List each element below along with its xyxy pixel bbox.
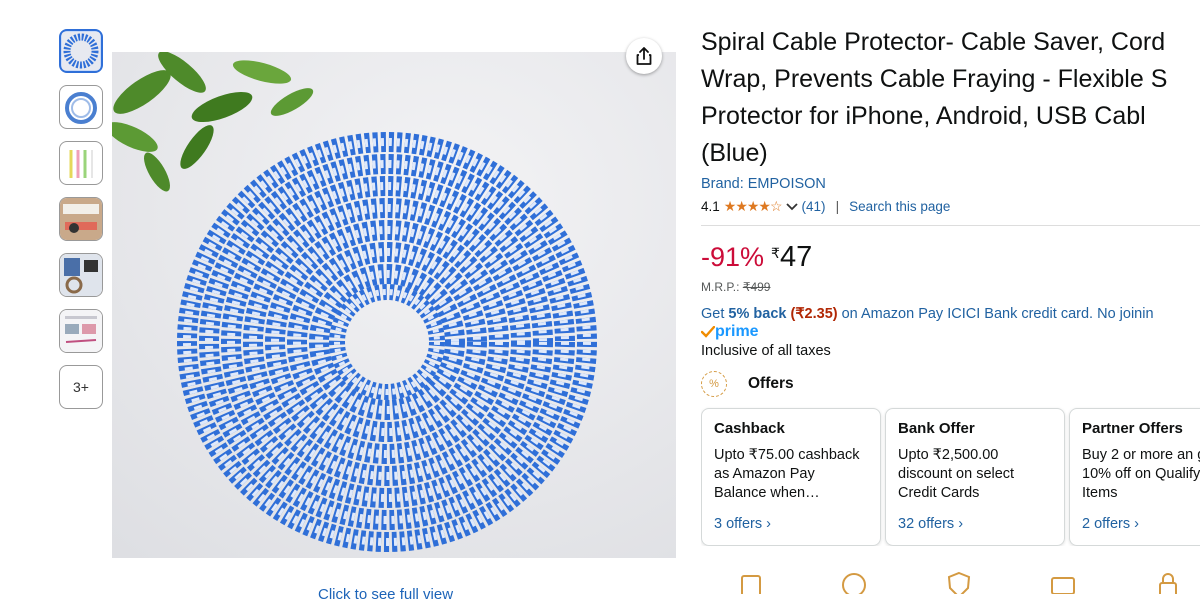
offer-card-bank[interactable]: Bank Offer Upto ₹2,500.00 discount on se… — [885, 408, 1065, 546]
coiled-cable-protector-image — [112, 52, 676, 558]
offer-card-link[interactable]: 3 offers › — [714, 516, 868, 532]
replacement-icon — [741, 575, 761, 594]
cashback-percent: 5% back — [728, 306, 787, 322]
offer-card-title: Bank Offer — [898, 420, 975, 437]
offer-card-text: Upto ₹2,500.00 discount on select Credit… — [898, 447, 1015, 501]
warranty-shield-icon — [947, 571, 971, 594]
thumb-accessories[interactable] — [59, 253, 103, 297]
offer-card-title: Partner Offers — [1082, 420, 1183, 437]
offer-card-text: Upto ₹75.00 cashback as Amazon Pay Balan… — [714, 447, 860, 501]
thumb-ring-view[interactable] — [59, 85, 103, 129]
brand-link[interactable]: Brand: EMPOISON — [701, 176, 1200, 192]
offers-percent-icon: % — [701, 371, 727, 397]
cashback-amount: (₹2.35) — [790, 306, 838, 322]
product-title: Spiral Cable Protector- Cable Saver, Cor… — [701, 24, 1200, 172]
search-this-page-link[interactable]: Search this page — [849, 199, 950, 214]
offer-card-link[interactable]: 2 offers › — [1082, 516, 1200, 532]
more-images-label: 3+ — [73, 379, 89, 395]
free-delivery-icon — [842, 573, 866, 594]
chevron-down-icon[interactable] — [785, 202, 798, 212]
click-to-see-full-view[interactable]: Click to see full view — [318, 586, 453, 603]
main-product-image[interactable] — [112, 52, 676, 558]
price-row: -91% ₹ 47 — [701, 241, 1200, 273]
discount-percent: -91% — [701, 242, 765, 272]
prime-label: prime — [715, 323, 759, 340]
mrp-label: M.R.P.: — [701, 280, 740, 294]
service-icons-row — [701, 570, 1200, 594]
title-line: Protector for iPhone, Android, USB Cabl — [701, 102, 1146, 130]
offer-card-cashback[interactable]: Cashback Upto ₹75.00 cashback as Amazon … — [701, 408, 881, 546]
rating-row: 4.1 ★★★★☆ (41) | Search this page — [701, 198, 1200, 215]
thumb-cables[interactable] — [59, 141, 103, 185]
desk-thumbnail-icon — [60, 198, 102, 240]
title-line: Wrap, Prevents Cable Fraying - Flexible … — [701, 65, 1168, 93]
cables-thumbnail-icon — [69, 150, 94, 178]
tax-note: Inclusive of all taxes — [701, 343, 831, 359]
rating-value: 4.1 — [701, 199, 720, 214]
thumb-desk-setup[interactable] — [59, 197, 103, 241]
offer-card-partner[interactable]: Partner Offers Buy 2 or more an get 10% … — [1069, 408, 1200, 546]
thumbnail-strip: 3+ — [59, 29, 105, 421]
infographic-thumbnail-icon — [60, 310, 102, 352]
mrp-value: ₹499 — [742, 280, 771, 294]
amazon-delivered-icon — [1051, 577, 1075, 594]
offers-title: Offers — [748, 375, 794, 392]
offers-cards: Cashback Upto ₹75.00 cashback as Amazon … — [701, 408, 1200, 546]
coil-thumbnail-icon — [62, 32, 100, 70]
cashback-suffix: on Amazon Pay ICICI Bank credit card. No… — [837, 306, 1154, 322]
rating-count-link[interactable]: (41) — [802, 199, 826, 214]
offer-card-title: Cashback — [714, 420, 785, 437]
secure-transaction-icon — [1159, 573, 1177, 594]
mrp-row: M.R.P.: ₹499 — [701, 280, 1200, 294]
cashback-offer-link[interactable]: Get 5% back (₹2.35) on Amazon Pay ICICI … — [701, 306, 1200, 322]
currency-symbol: ₹ — [771, 245, 780, 261]
more-images-button[interactable]: 3+ — [59, 365, 103, 409]
share-button[interactable] — [626, 38, 662, 74]
prime-check-icon — [701, 326, 715, 338]
cashback-prefix: Get — [701, 306, 729, 322]
thumb-coiled-protector[interactable] — [59, 29, 103, 73]
divider-line — [701, 225, 1200, 226]
ring-thumbnail-icon — [65, 92, 97, 124]
thumb-infographic[interactable] — [59, 309, 103, 353]
star-rating-icon[interactable]: ★★★★☆ — [724, 198, 783, 215]
offer-card-text: Buy 2 or more an get 10% off on Qualifyi… — [1082, 447, 1200, 501]
offer-card-link[interactable]: 32 offers › — [898, 516, 1052, 532]
share-icon — [636, 47, 652, 65]
product-details: Spiral Cable Protector- Cable Saver, Cor… — [701, 24, 1200, 546]
title-line: Spiral Cable Protector- Cable Saver, Cor… — [701, 28, 1166, 56]
accessories-thumbnail-icon — [60, 254, 102, 296]
price-value: 47 — [779, 241, 813, 273]
title-line: (Blue) — [701, 139, 768, 167]
divider: | — [835, 199, 840, 214]
prime-badge: prime — [701, 323, 1200, 341]
offers-header: % Offers — [701, 371, 1200, 397]
